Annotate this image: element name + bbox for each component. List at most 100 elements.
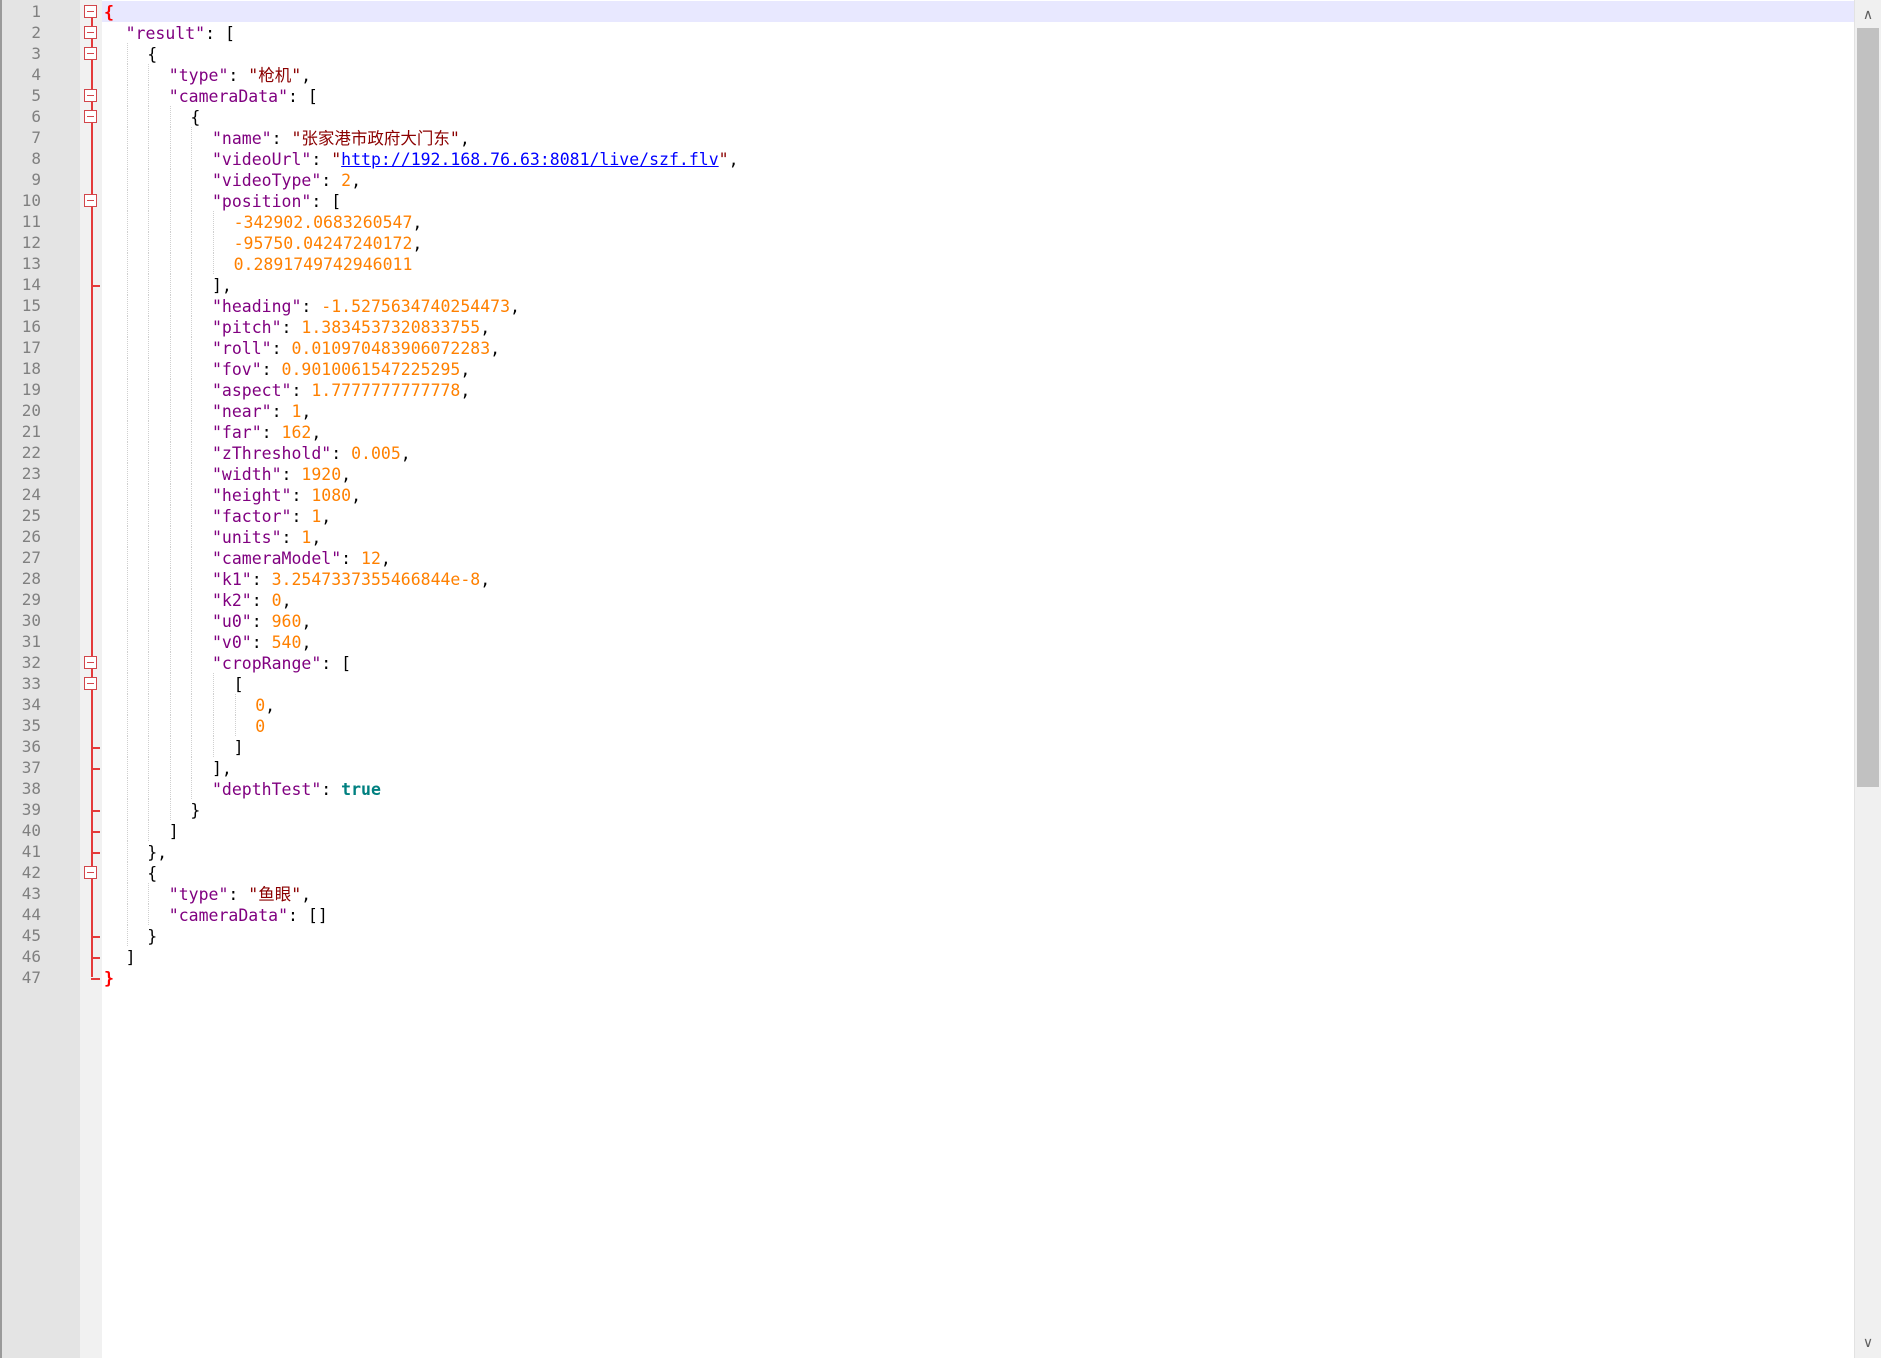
chevron-down-icon[interactable]: ∨: [1855, 1330, 1881, 1356]
code-line[interactable]: 38 "depthTest": true: [0, 778, 1854, 799]
code-line[interactable]: 41},: [0, 841, 1854, 862]
fold-minus-icon[interactable]: [84, 5, 97, 18]
line-code[interactable]: ]: [126, 947, 136, 968]
fold-minus-icon[interactable]: [84, 866, 97, 879]
line-code[interactable]: "type": "枪机",: [169, 65, 311, 86]
line-code[interactable]: {: [104, 2, 114, 23]
code-line[interactable]: 33 [: [0, 673, 1854, 694]
code-line[interactable]: 40]: [0, 820, 1854, 841]
code-line[interactable]: 45}: [0, 925, 1854, 946]
line-code[interactable]: "cameraData": []: [169, 905, 328, 926]
chevron-up-icon[interactable]: ∧: [1855, 2, 1881, 28]
line-code[interactable]: "videoType": 2,: [212, 170, 361, 191]
fold-minus-icon[interactable]: [84, 110, 97, 123]
line-code[interactable]: "units": 1,: [212, 527, 321, 548]
code-line[interactable]: 14],: [0, 274, 1854, 295]
code-line[interactable]: 23 "width": 1920,: [0, 463, 1854, 484]
code-line[interactable]: 20 "near": 1,: [0, 400, 1854, 421]
line-code[interactable]: "u0": 960,: [212, 611, 311, 632]
line-code[interactable]: "result": [: [126, 23, 235, 44]
line-code[interactable]: "name": "张家港市政府大门东",: [212, 128, 470, 149]
line-code[interactable]: "zThreshold": 0.005,: [212, 443, 411, 464]
code-line[interactable]: 15 "heading": -1.5275634740254473,: [0, 295, 1854, 316]
line-code[interactable]: "height": 1080,: [212, 485, 361, 506]
fold-minus-icon[interactable]: [84, 89, 97, 102]
line-code[interactable]: {: [147, 863, 157, 884]
code-line[interactable]: 8 "videoUrl": "http://192.168.76.63:8081/…: [0, 148, 1854, 169]
line-code[interactable]: "v0": 540,: [212, 632, 311, 653]
code-line[interactable]: 3{: [0, 43, 1854, 64]
line-code[interactable]: "heading": -1.5275634740254473,: [212, 296, 520, 317]
code-line[interactable]: 25 "factor": 1,: [0, 505, 1854, 526]
url-link[interactable]: http://192.168.76.63:8081/live/szf.flv: [341, 150, 719, 169]
code-line[interactable]: 27 "cameraModel": 12,: [0, 547, 1854, 568]
line-code[interactable]: -95750.04247240172,: [234, 233, 423, 254]
line-code[interactable]: 0,: [255, 695, 275, 716]
code-line[interactable]: 36]: [0, 736, 1854, 757]
fold-minus-icon[interactable]: [84, 26, 97, 39]
line-code[interactable]: "width": 1920,: [212, 464, 351, 485]
line-code[interactable]: "cameraModel": 12,: [212, 548, 391, 569]
line-code[interactable]: "k2": 0,: [212, 590, 292, 611]
line-code[interactable]: "fov": 0.9010061547225295,: [212, 359, 470, 380]
line-code[interactable]: "videoUrl": "http://192.168.76.63:8081/l…: [212, 149, 739, 170]
line-code[interactable]: [: [234, 674, 244, 695]
line-code[interactable]: }: [190, 800, 200, 821]
line-code[interactable]: "position": [: [212, 191, 341, 212]
line-code[interactable]: }: [104, 968, 114, 989]
line-code[interactable]: {: [190, 107, 200, 128]
code-line[interactable]: 1{: [0, 1, 1854, 22]
code-line[interactable]: 18 "fov": 0.9010061547225295,: [0, 358, 1854, 379]
code-editor[interactable]: 1{2 "result": [3{4 "type": "枪机", 5 "cameraDa…: [0, 0, 1881, 1358]
code-line[interactable]: 5 "cameraData": [: [0, 85, 1854, 106]
code-line[interactable]: 13 0.2891749742946011: [0, 253, 1854, 274]
code-line[interactable]: 28 "k1": 3.2547337355466844e-8,: [0, 568, 1854, 589]
line-code[interactable]: }: [147, 926, 157, 947]
code-line[interactable]: 16 "pitch": 1.3834537320833755,: [0, 316, 1854, 337]
line-code[interactable]: 0.2891749742946011: [234, 254, 413, 275]
code-line[interactable]: 31 "v0": 540,: [0, 631, 1854, 652]
code-line[interactable]: 21 "far": 162,: [0, 421, 1854, 442]
code-line[interactable]: 6{: [0, 106, 1854, 127]
code-line[interactable]: 11 -342902.0683260547,: [0, 211, 1854, 232]
code-line[interactable]: 35 0: [0, 715, 1854, 736]
code-line[interactable]: 7 "name": "张家港市政府大门东",: [0, 127, 1854, 148]
code-line[interactable]: 19 "aspect": 1.7777777777778,: [0, 379, 1854, 400]
code-line[interactable]: 42 {: [0, 862, 1854, 883]
code-line[interactable]: 43 "type": "鱼眼",: [0, 883, 1854, 904]
line-code[interactable]: ]: [169, 821, 179, 842]
line-code[interactable]: "cropRange": [: [212, 653, 351, 674]
line-code[interactable]: "pitch": 1.3834537320833755,: [212, 317, 490, 338]
code-line[interactable]: 24 "height": 1080,: [0, 484, 1854, 505]
line-code[interactable]: },: [147, 842, 167, 863]
line-code[interactable]: "aspect": 1.7777777777778,: [212, 380, 470, 401]
line-code[interactable]: ],: [212, 275, 232, 296]
code-line[interactable]: 32 "cropRange": [: [0, 652, 1854, 673]
fold-minus-icon[interactable]: [84, 194, 97, 207]
code-line[interactable]: 30 "u0": 960,: [0, 610, 1854, 631]
code-line[interactable]: 22 "zThreshold": 0.005,: [0, 442, 1854, 463]
code-line[interactable]: 17 "roll": 0.010970483906072283,: [0, 337, 1854, 358]
code-line[interactable]: 46]: [0, 946, 1854, 967]
line-code[interactable]: "depthTest": true: [212, 779, 381, 800]
fold-minus-icon[interactable]: [84, 656, 97, 669]
line-code[interactable]: "factor": 1,: [212, 506, 331, 527]
code-line[interactable]: 29 "k2": 0,: [0, 589, 1854, 610]
code-line[interactable]: 10 "position": [: [0, 190, 1854, 211]
code-line[interactable]: 39}: [0, 799, 1854, 820]
code-line[interactable]: 37],: [0, 757, 1854, 778]
code-line[interactable]: 26 "units": 1,: [0, 526, 1854, 547]
line-code[interactable]: "k1": 3.2547337355466844e-8,: [212, 569, 490, 590]
code-line[interactable]: 47}: [0, 967, 1854, 988]
line-code[interactable]: "far": 162,: [212, 422, 321, 443]
fold-minus-icon[interactable]: [84, 47, 97, 60]
vertical-scrollbar[interactable]: ∧ ∨: [1854, 0, 1881, 1358]
line-code[interactable]: "cameraData": [: [169, 86, 318, 107]
line-code[interactable]: "roll": 0.010970483906072283,: [212, 338, 500, 359]
fold-minus-icon[interactable]: [84, 677, 97, 690]
code-line[interactable]: 9 "videoType": 2,: [0, 169, 1854, 190]
line-code[interactable]: -342902.0683260547,: [234, 212, 423, 233]
code-line[interactable]: 44 "cameraData": []: [0, 904, 1854, 925]
scrollbar-thumb[interactable]: [1857, 28, 1879, 787]
line-code[interactable]: "near": 1,: [212, 401, 311, 422]
